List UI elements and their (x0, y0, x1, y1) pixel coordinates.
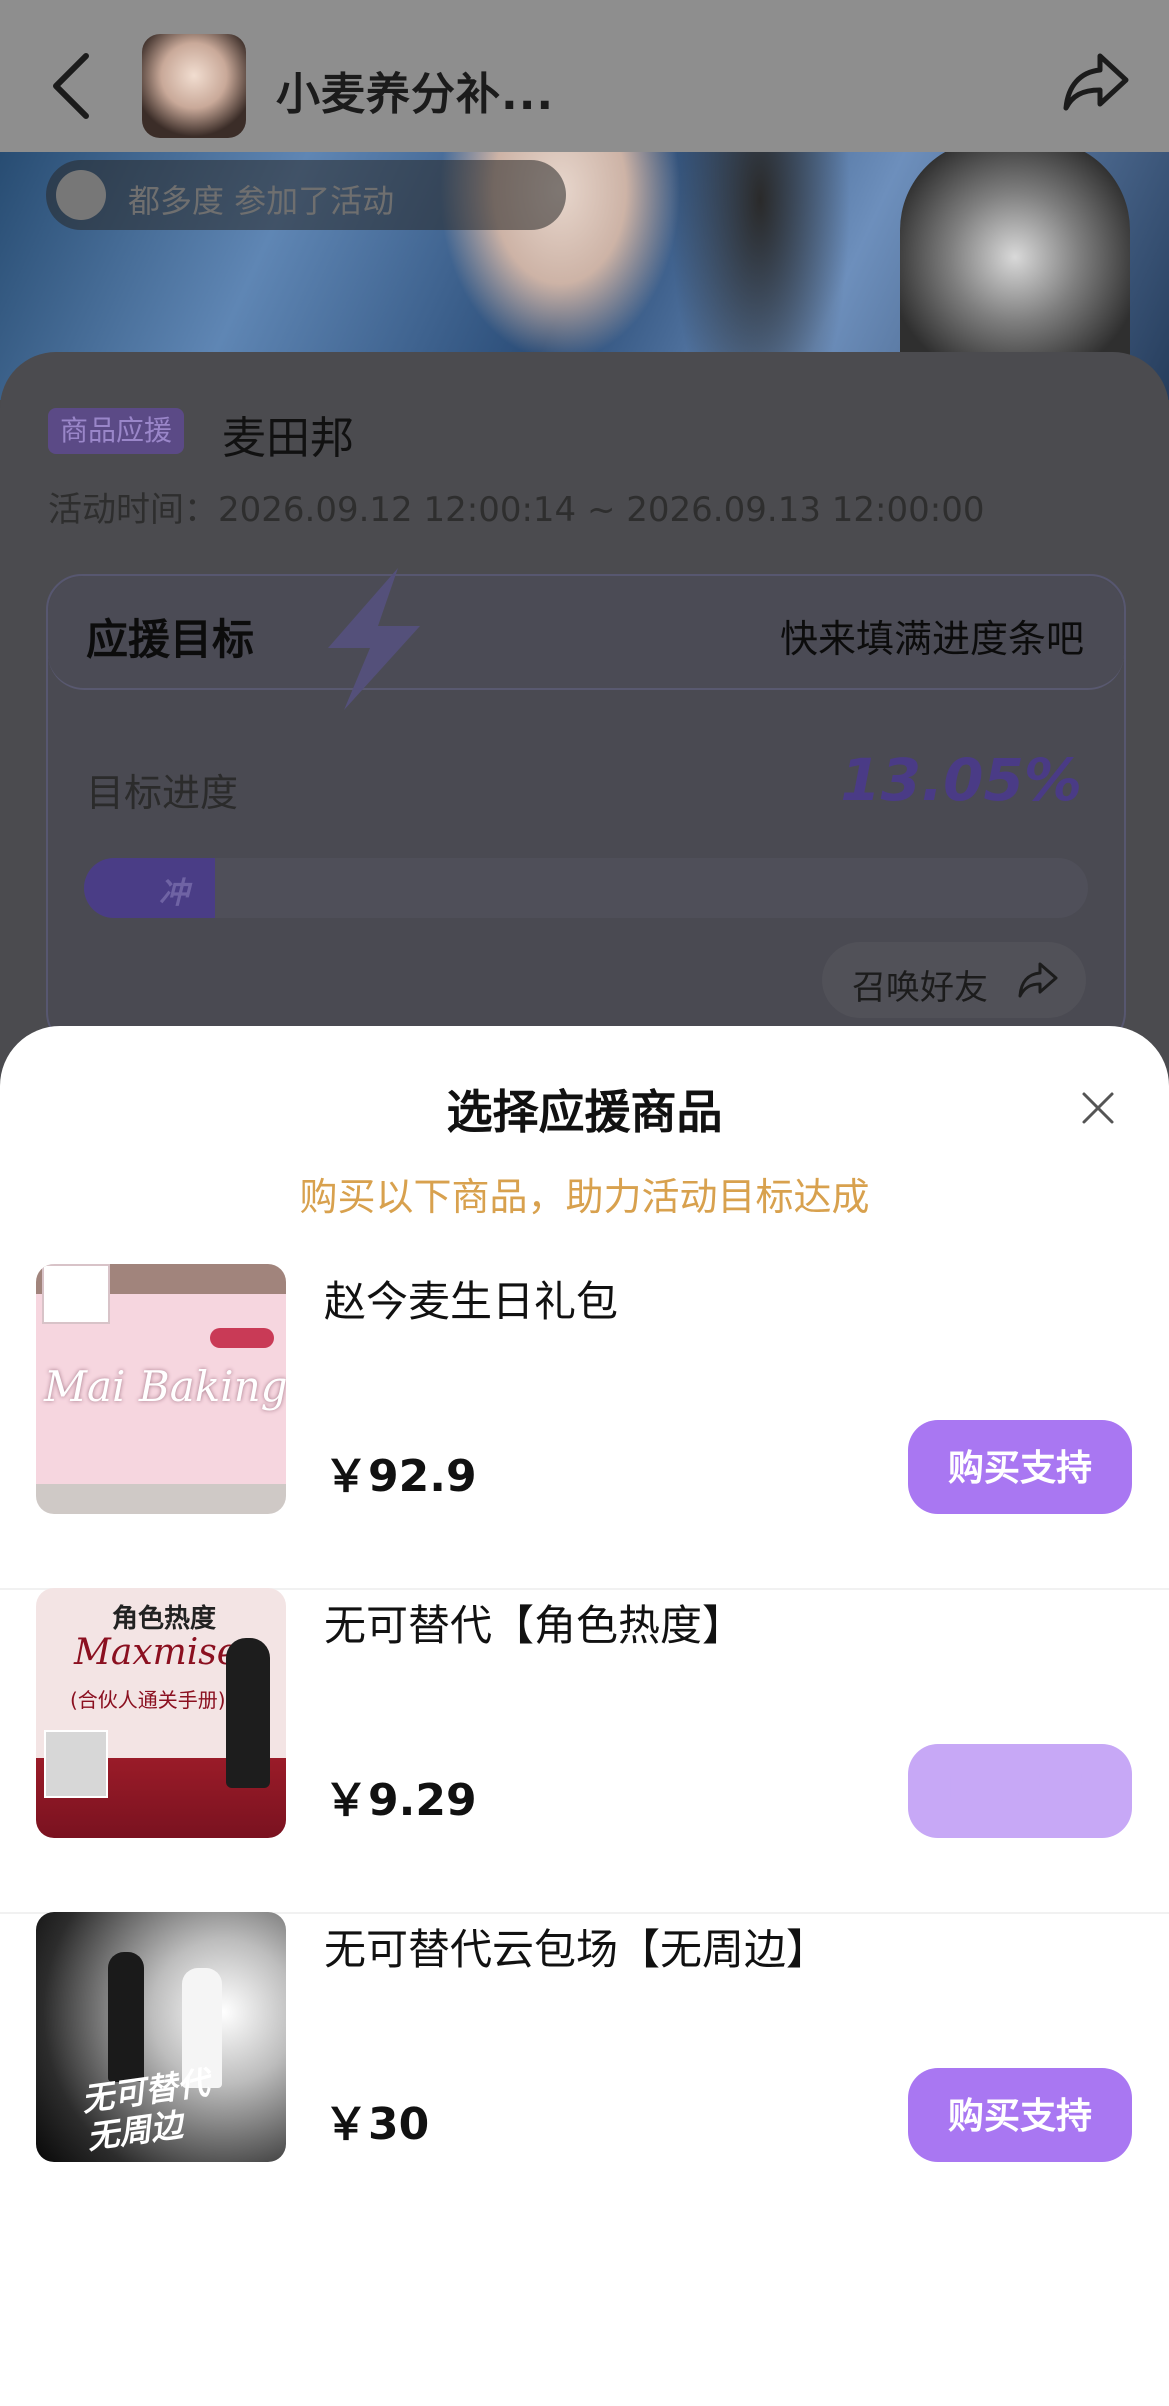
thumbnail-artwork-text: 无可替代 无周边 (79, 2063, 216, 2156)
activity-name: 麦田邦 (222, 413, 354, 464)
select-product-sheet: 选择应援商品 购买以下商品，助力活动目标达成 Mai Baking Time 赵… (0, 1026, 1169, 2406)
support-goal-title: 应援目标 (86, 615, 255, 664)
support-goal-header: 应援目标 快来填满进度条吧 (48, 568, 1124, 710)
thumbnail-artwork-text: Mai Baking Time (44, 1362, 286, 1411)
progress-fill-label: 冲 (159, 876, 190, 911)
product-item[interactable]: 角色热度 Maxmise (合伙人通关手册) 无可替代【角色热度】 ￥9.29 … (0, 1588, 1169, 1914)
progress-percentage: 13.05% (840, 746, 1082, 814)
page-title: 小麦养分补... (276, 69, 555, 120)
summon-friends-button[interactable]: 召唤好友 (822, 942, 1086, 1018)
thumbnail-badge (42, 1264, 110, 1324)
product-item[interactable]: 无可替代 无周边 无可替代云包场【无周边】 ￥30 购买支持 (0, 1912, 1169, 2236)
share-arrow-icon (1018, 962, 1058, 998)
thumbnail-artwork-text: Maxmise (74, 1632, 239, 1673)
chess-piece-graphic (108, 1952, 144, 2082)
product-thumbnail[interactable]: 角色热度 Maxmise (合伙人通关手册) (36, 1588, 286, 1838)
progress-label: 目标进度 (86, 771, 239, 815)
buy-support-button[interactable]: 购买支持 (908, 2068, 1132, 2162)
participant-avatar (56, 170, 106, 220)
product-thumbnail[interactable]: 无可替代 无周边 (36, 1912, 286, 2162)
product-name: 无可替代云包场【无周边】 (324, 1925, 829, 1974)
product-name: 无可替代【角色热度】 (324, 1601, 745, 1650)
summon-friends-label: 召唤好友 (852, 968, 988, 1008)
product-thumbnail[interactable]: Mai Baking Time (36, 1264, 286, 1514)
back-icon[interactable] (48, 50, 96, 122)
sheet-subtitle: 购买以下商品，助力活动目标达成 (299, 1175, 870, 1219)
buy-support-button[interactable]: 购买支持 (908, 1420, 1132, 1514)
thumbnail-artwork-text: 角色热度 (112, 1604, 217, 1634)
lightning-icon (328, 568, 420, 710)
host-avatar[interactable] (142, 34, 246, 138)
product-name: 赵今麦生日礼包 (324, 1277, 619, 1326)
top-bar: 小麦养分补... (0, 0, 1169, 152)
share-icon[interactable] (1060, 50, 1132, 114)
product-price: ￥92.9 (324, 1451, 477, 1502)
activity-tag: 商品应援 (48, 408, 185, 454)
chess-piece-graphic (226, 1638, 270, 1788)
product-price: ￥9.29 (324, 1775, 477, 1826)
support-goal-tip: 快来填满进度条吧 (779, 617, 1084, 661)
progress-bar: 冲 (84, 858, 1088, 918)
product-price: ￥30 (324, 2099, 430, 2150)
support-goal-box: 应援目标 快来填满进度条吧 目标进度 13.05% 冲 召唤好友 (46, 568, 1126, 1048)
thumbnail-decoration (210, 1328, 274, 1348)
thumbnail-photo (44, 1730, 108, 1798)
activity-time: 活动时间：2026.09.12 12:00:14 ~ 2026.09.13 12… (48, 490, 985, 530)
close-icon[interactable] (1074, 1084, 1122, 1132)
buy-support-button[interactable]: 购买支持 (908, 1744, 1132, 1838)
joined-activity-text: 都多度 参加了活动 (128, 182, 395, 220)
thumbnail-artwork-text: (合伙人通关手册) (70, 1688, 226, 1712)
joined-activity-pill: 都多度 参加了活动 (46, 160, 566, 230)
progress-bar-fill: 冲 (84, 858, 216, 918)
product-item[interactable]: Mai Baking Time 赵今麦生日礼包 ￥92.9 购买支持 (0, 1264, 1169, 1590)
sheet-title: 选择应援商品 (446, 1085, 723, 1139)
